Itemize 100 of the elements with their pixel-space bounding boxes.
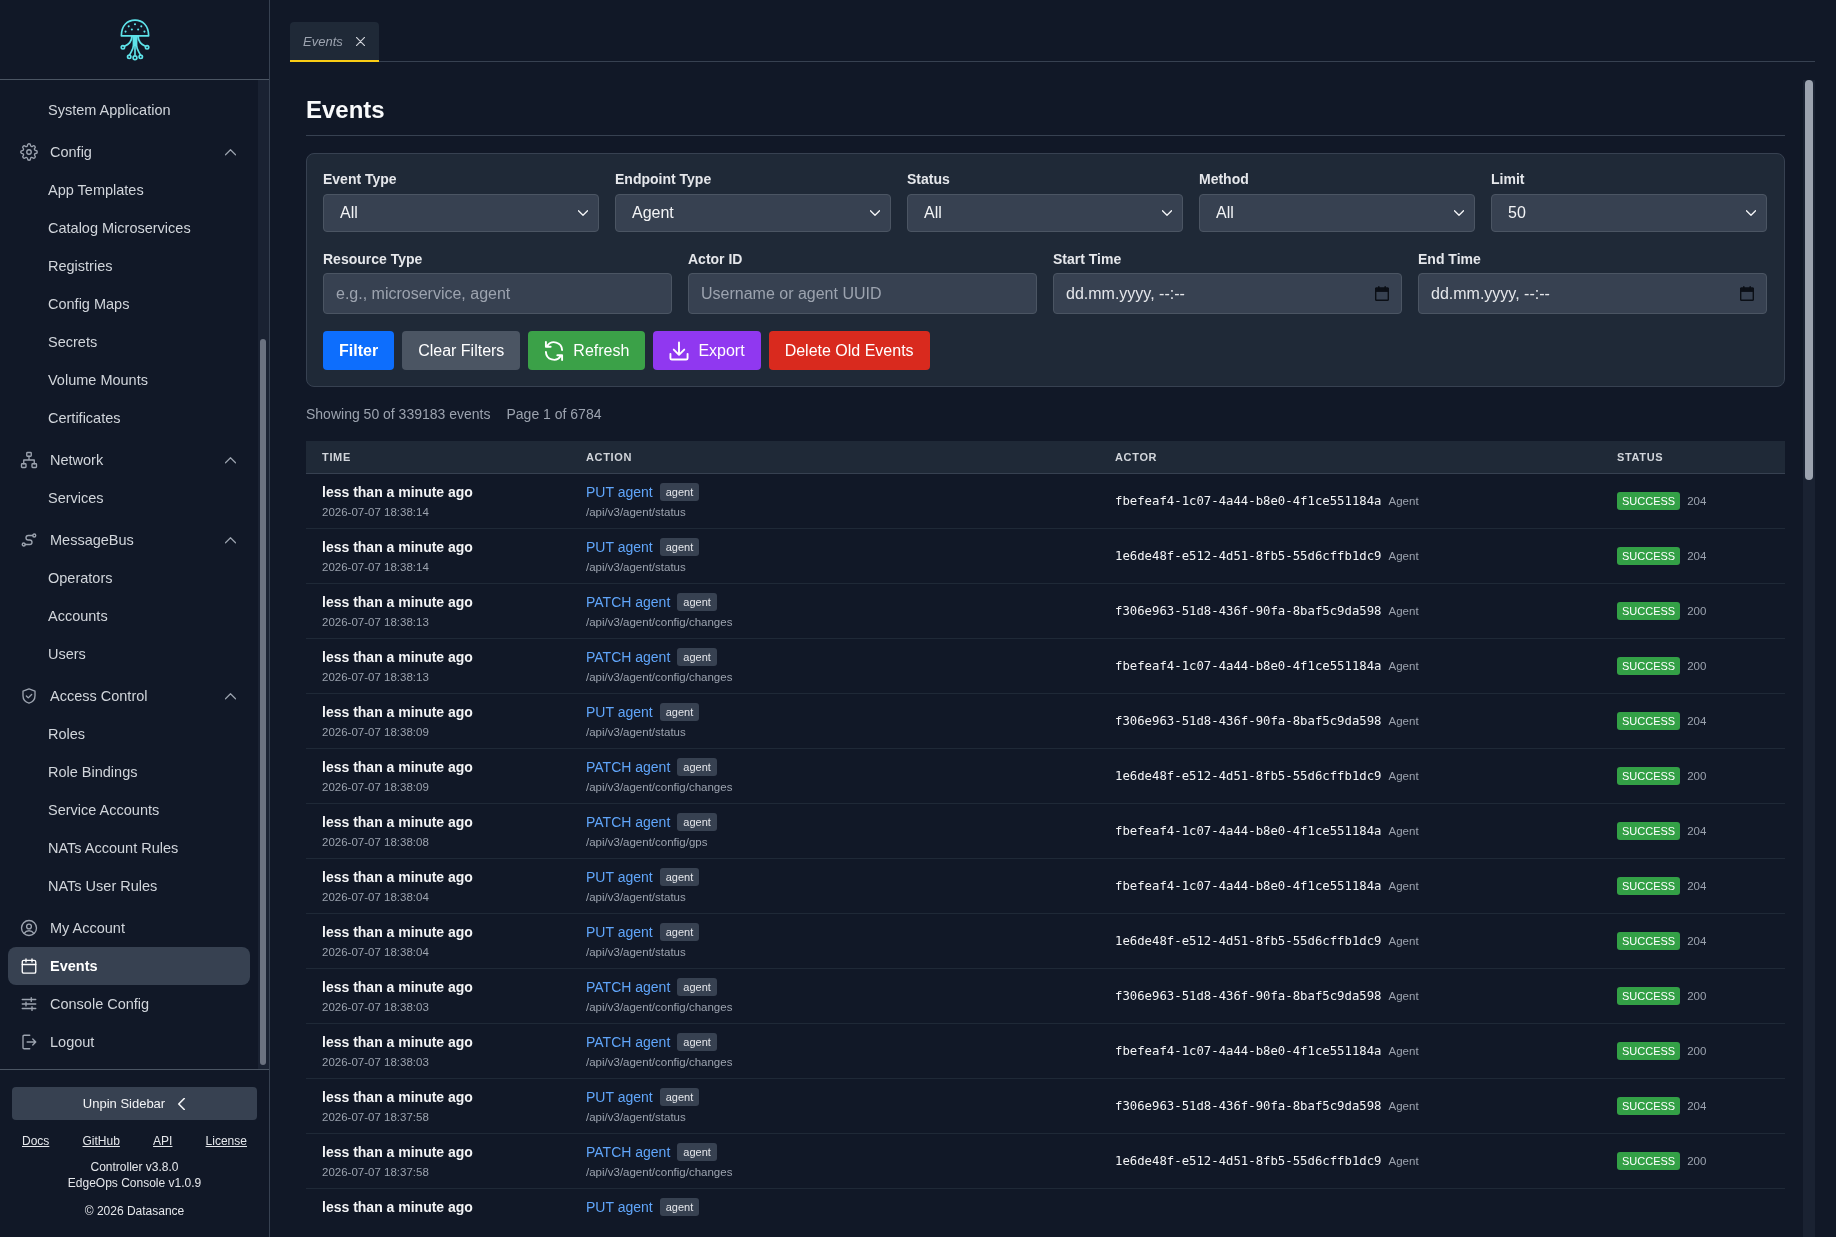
timestamp: 2026-07-07 18:38:03	[322, 1055, 429, 1070]
action-link[interactable]: PATCH agent	[586, 1144, 671, 1160]
calendar-icon[interactable]	[1375, 286, 1389, 301]
nav-item[interactable]: Accounts	[8, 597, 250, 635]
actor-id: f306e963-51d8-436f-90fa-8baf5c9da598	[1115, 989, 1382, 1003]
unpin-sidebar-button[interactable]: Unpin Sidebar	[12, 1087, 257, 1120]
actor-id: fbefeaf4-1c07-4a44-b8e0-4f1ce551184a	[1115, 1044, 1382, 1058]
nav-item[interactable]: Role Bindings	[8, 753, 250, 791]
select-field[interactable]: All	[907, 194, 1183, 232]
nav-item[interactable]: Catalog Microservices	[8, 209, 250, 247]
datetime-field[interactable]: dd.mm.yyyy, --:--	[1418, 273, 1767, 314]
tab[interactable]: Events	[290, 22, 379, 62]
calendar-icon	[20, 957, 38, 975]
nav-item[interactable]: Service Accounts	[8, 791, 250, 829]
gear-icon	[20, 143, 38, 161]
nav-item[interactable]: Roles	[8, 715, 250, 753]
text-field[interactable]: Username or agent UUID	[688, 273, 1037, 314]
export-button[interactable]: Export	[653, 331, 761, 370]
status-badge: SUCCESS	[1617, 1097, 1681, 1115]
relative-time: less than a minute ago	[322, 978, 473, 997]
nav-group[interactable]: MessageBus	[8, 521, 250, 559]
nav-item[interactable]: Registries	[8, 247, 250, 285]
jellyfish-logo-icon	[118, 18, 151, 61]
clear-filters-button[interactable]: Clear Filters	[402, 331, 521, 370]
actor-id: fbefeaf4-1c07-4a44-b8e0-4f1ce551184a	[1115, 824, 1382, 838]
field-label: End Time	[1418, 250, 1481, 268]
action-link[interactable]: PUT agent	[586, 924, 653, 940]
close-icon[interactable]	[355, 36, 365, 46]
chevron-down-icon	[1454, 208, 1464, 218]
nav-item[interactable]: Events	[8, 947, 250, 985]
timestamp: 2026-07-07 18:37:58	[322, 1165, 429, 1180]
nav-group[interactable]: Network	[8, 441, 250, 479]
action-link[interactable]: PATCH agent	[586, 649, 671, 665]
nav-item[interactable]: System Application	[8, 91, 250, 129]
nav-item[interactable]: Certificates	[8, 399, 250, 437]
actor-type: Agent	[1388, 495, 1419, 507]
action-link[interactable]: PUT agent	[586, 484, 653, 500]
logout-icon	[20, 1033, 38, 1051]
datetime-field[interactable]: dd.mm.yyyy, --:--	[1053, 273, 1402, 314]
actor-id: 1e6de48f-e512-4d51-8fb5-55d6cffb1dc9	[1115, 934, 1382, 948]
text-field[interactable]: e.g., microservice, agent	[323, 273, 672, 314]
actor-id: 1e6de48f-e512-4d51-8fb5-55d6cffb1dc9	[1115, 1154, 1382, 1168]
nav-item[interactable]: Operators	[8, 559, 250, 597]
nav-item[interactable]: Volume Mounts	[8, 361, 250, 399]
status-code: 204	[1687, 550, 1707, 562]
action-link[interactable]: PATCH agent	[586, 814, 671, 830]
timestamp: 2026-07-07 18:38:09	[322, 725, 429, 740]
nav-item[interactable]: Config Maps	[8, 285, 250, 323]
status-code: 200	[1687, 990, 1707, 1002]
status-badge: SUCCESS	[1617, 767, 1681, 785]
nav-group[interactable]: Access Control	[8, 677, 250, 715]
chevron-down-icon	[870, 208, 880, 218]
timestamp: 2026-07-07 18:38:13	[322, 615, 429, 630]
nav-item[interactable]: NATs User Rules	[8, 867, 250, 905]
select-field[interactable]: All	[323, 194, 599, 232]
filter-button[interactable]: Filter	[323, 331, 395, 370]
select-field[interactable]: Agent	[615, 194, 891, 232]
status-badge: SUCCESS	[1617, 987, 1681, 1005]
column-header: ACTOR	[1114, 451, 1158, 463]
status-code: 200	[1687, 660, 1707, 672]
column-header: ACTION	[585, 451, 633, 463]
delete-button[interactable]: Delete Old Events	[768, 331, 930, 370]
route-icon	[20, 531, 38, 549]
footer-link[interactable]: License	[205, 1132, 247, 1150]
action-link[interactable]: PUT agent	[586, 1199, 653, 1215]
calendar-icon[interactable]	[1740, 286, 1754, 301]
nav-item[interactable]: Logout	[8, 1023, 250, 1061]
nav-item[interactable]: NATs Account Rules	[8, 829, 250, 867]
action-link[interactable]: PATCH agent	[586, 979, 671, 995]
footer-link[interactable]: Docs	[22, 1132, 50, 1150]
action-link[interactable]: PUT agent	[586, 539, 653, 555]
nav-item[interactable]: Users	[8, 635, 250, 673]
select-field[interactable]: All	[1199, 194, 1475, 232]
nav-item[interactable]: Console Config	[8, 985, 250, 1023]
nav-item[interactable]: My Account	[8, 909, 250, 947]
action-link[interactable]: PUT agent	[586, 869, 653, 885]
relative-time: less than a minute ago	[322, 1198, 473, 1217]
footer-link[interactable]: API	[153, 1132, 173, 1150]
actor-id: fbefeaf4-1c07-4a44-b8e0-4f1ce551184a	[1115, 659, 1382, 673]
status-badge: SUCCESS	[1617, 492, 1681, 510]
resource-tag: agent	[659, 703, 700, 721]
scrollbar-thumb[interactable]	[260, 339, 266, 1065]
actor-type: Agent	[1388, 825, 1419, 837]
action-link[interactable]: PATCH agent	[586, 1034, 671, 1050]
relative-time: less than a minute ago	[322, 593, 473, 612]
nav-item[interactable]: Services	[8, 479, 250, 517]
nav-item[interactable]: App Templates	[8, 171, 250, 209]
action-link[interactable]: PUT agent	[586, 1089, 653, 1105]
action-link[interactable]: PATCH agent	[586, 594, 671, 610]
nav-item[interactable]: Secrets	[8, 323, 250, 361]
nav-group[interactable]: Config	[8, 133, 250, 171]
actor-type: Agent	[1388, 990, 1419, 1002]
action-link[interactable]: PATCH agent	[586, 759, 671, 775]
download-icon	[669, 340, 690, 361]
status-badge: SUCCESS	[1617, 547, 1681, 565]
select-field[interactable]: 50	[1491, 194, 1767, 232]
scrollbar-thumb[interactable]	[1805, 80, 1813, 480]
endpoint-path: /api/v3/agent/status	[586, 505, 686, 520]
footer-link[interactable]: GitHub	[82, 1132, 120, 1150]
action-link[interactable]: PUT agent	[586, 704, 653, 720]
